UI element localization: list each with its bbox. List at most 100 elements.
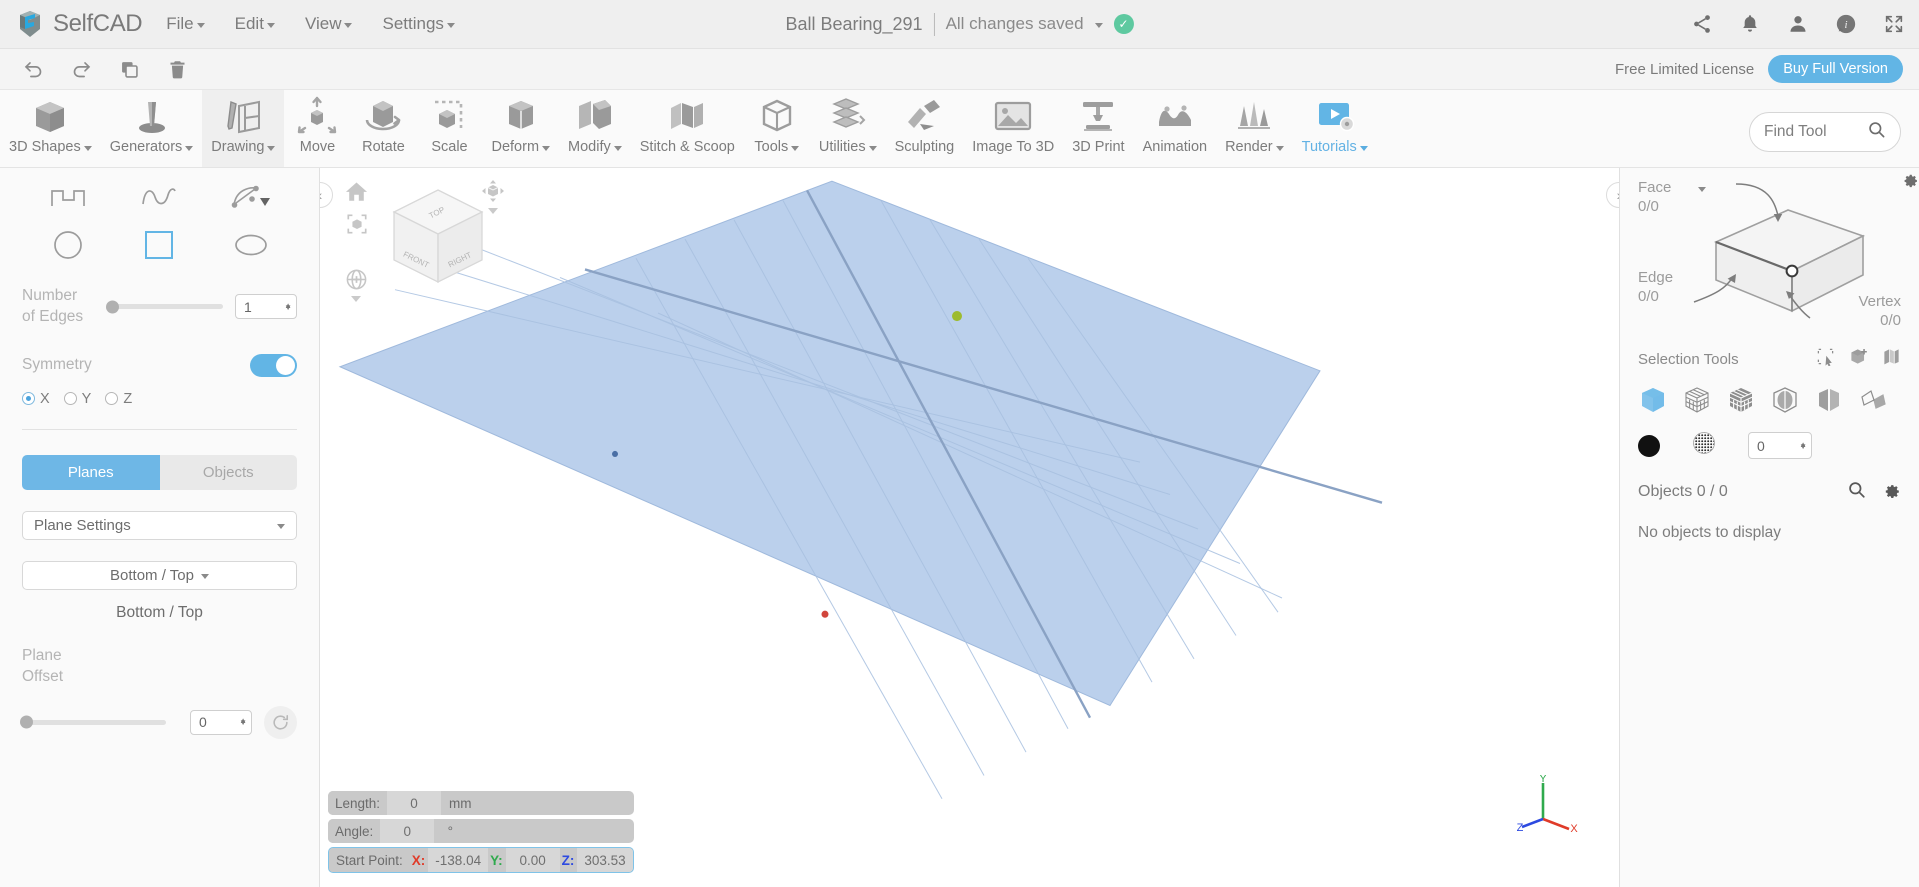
ribbon-tool-stitch-scoop[interactable]: Stitch & Scoop xyxy=(631,90,744,167)
length-value[interactable]: 0 xyxy=(387,791,442,815)
number-of-edges-input[interactable]: 1 ▲ ▼ xyxy=(235,294,297,320)
find-tool-search[interactable] xyxy=(1749,112,1901,152)
fit-to-view-icon[interactable] xyxy=(346,213,368,240)
edge-selector[interactable]: Edge 0/0 xyxy=(1638,268,1673,306)
search-input[interactable] xyxy=(1764,123,1858,141)
circle-tool[interactable] xyxy=(40,226,96,264)
start-point-y-value[interactable]: 0.00 xyxy=(505,848,560,872)
panel-settings-gear-icon[interactable] xyxy=(1901,170,1919,193)
add-selection-icon[interactable] xyxy=(1849,347,1868,371)
ribbon-tool-generators[interactable]: Generators xyxy=(101,90,203,167)
search-icon[interactable] xyxy=(1867,120,1886,144)
solid-color-icon[interactable] xyxy=(1638,434,1660,457)
buy-full-version-button[interactable]: Buy Full Version xyxy=(1768,55,1903,83)
ribbon-tool-utilities[interactable]: Utilities xyxy=(810,90,886,167)
snap-dropdown-caret-icon[interactable] xyxy=(488,208,498,214)
ellipse-tool[interactable] xyxy=(223,226,279,264)
invert-selection-icon[interactable] xyxy=(1882,347,1901,371)
plane-orientation-dropdown[interactable]: Bottom / Top xyxy=(22,560,297,590)
menu-view[interactable]: View xyxy=(303,10,355,38)
slider-knob[interactable] xyxy=(20,715,33,729)
ribbon-tool-3d-print[interactable]: 3D Print xyxy=(1063,90,1133,167)
ribbon-tool-animation[interactable]: Animation xyxy=(1134,90,1216,167)
undo-button[interactable] xyxy=(16,54,50,84)
menu-settings[interactable]: Settings xyxy=(380,10,456,38)
share-icon[interactable] xyxy=(1691,13,1713,35)
header-actions: i xyxy=(1691,13,1905,35)
ribbon-tool-tools[interactable]: Tools xyxy=(744,90,810,167)
chevron-down-icon[interactable] xyxy=(1697,187,1706,192)
fullscreen-icon[interactable] xyxy=(1883,13,1905,35)
rectangle-select-icon[interactable] xyxy=(1816,347,1835,371)
redo-button[interactable] xyxy=(64,54,98,84)
axis-gizmo[interactable]: Y X Z xyxy=(1517,773,1579,837)
snap-icon[interactable] xyxy=(480,178,506,209)
notifications-bell-icon[interactable] xyxy=(1739,13,1761,35)
home-icon[interactable] xyxy=(345,180,368,208)
tab-planes[interactable]: Planes xyxy=(22,454,160,490)
spinner-arrows-icon[interactable]: ▲ ▼ xyxy=(1799,440,1807,450)
ribbon-tool-sculpting[interactable]: Sculpting xyxy=(886,90,964,167)
ribbon-tool-move[interactable]: Move xyxy=(284,90,350,167)
start-point-z-value[interactable]: 303.53 xyxy=(577,848,633,872)
slider-knob[interactable] xyxy=(106,300,119,314)
orbit-icon[interactable] xyxy=(345,268,368,296)
start-point-field[interactable]: Start Point: X: -138.04 Y: 0.00 Z: 303.5… xyxy=(328,847,634,873)
save-status-label[interactable]: All changes saved xyxy=(946,14,1084,34)
orbit-dropdown-caret-icon[interactable] xyxy=(351,296,361,302)
page-title[interactable]: Ball Bearing_291 xyxy=(785,14,922,35)
ribbon-tool-rotate[interactable]: Rotate xyxy=(350,90,416,167)
ribbon-tool-render[interactable]: Render xyxy=(1216,90,1293,167)
spinner-arrows-icon[interactable]: ▲ ▼ xyxy=(284,301,292,311)
angle-value[interactable]: 0 xyxy=(380,819,435,843)
chevron-down-icon xyxy=(542,146,551,151)
number-of-edges-slider[interactable] xyxy=(106,300,223,314)
user-account-icon[interactable] xyxy=(1787,13,1809,35)
curve-tool[interactable] xyxy=(131,178,187,216)
select-wireframe-icon[interactable] xyxy=(1682,385,1712,415)
menu-file[interactable]: File xyxy=(164,10,206,38)
objects-actions xyxy=(1847,480,1901,504)
spinner-arrows-icon[interactable]: ▲ ▼ xyxy=(239,717,247,727)
brand[interactable]: SelfCAD xyxy=(14,8,143,40)
angle-field[interactable]: Angle: 0 ° xyxy=(328,819,634,843)
select-grid-icon[interactable] xyxy=(1726,385,1756,415)
symmetry-axis-z[interactable]: Z xyxy=(105,391,132,407)
ribbon-tool-drawing[interactable]: Drawing xyxy=(202,90,285,167)
length-field[interactable]: Length: 0 mm xyxy=(328,791,634,815)
polyline-tool[interactable] xyxy=(40,178,96,216)
settings-gear-icon[interactable] xyxy=(1882,480,1901,504)
info-icon[interactable]: i xyxy=(1835,13,1857,35)
pattern-sphere-icon[interactable] xyxy=(1692,431,1716,460)
symmetry-toggle[interactable] xyxy=(250,353,297,377)
select-through-icon[interactable] xyxy=(1770,385,1800,415)
face-selector[interactable]: Face 0/0 xyxy=(1638,178,1706,216)
menu-edit[interactable]: Edit xyxy=(233,10,277,38)
ribbon-tool-3d-shapes[interactable]: 3D Shapes xyxy=(0,90,101,167)
vertex-selector[interactable]: Vertex 0/0 xyxy=(1858,292,1901,330)
delete-button[interactable] xyxy=(160,54,194,84)
selection-tolerance-input[interactable]: 0 ▲ ▼ xyxy=(1748,432,1812,459)
plane-settings-dropdown[interactable]: Plane Settings xyxy=(22,510,297,540)
copy-button[interactable] xyxy=(112,54,146,84)
ribbon-tool-scale[interactable]: Scale xyxy=(416,90,482,167)
symmetry-axis-x[interactable]: X xyxy=(22,391,50,407)
ribbon-tool-modify[interactable]: Modify xyxy=(559,90,631,167)
select-unfold-icon[interactable] xyxy=(1858,385,1888,415)
select-object-icon[interactable] xyxy=(1638,385,1668,415)
select-half-icon[interactable] xyxy=(1814,385,1844,415)
ribbon-tool-tutorials[interactable]: Tutorials xyxy=(1293,90,1377,167)
tab-objects[interactable]: Objects xyxy=(159,454,297,490)
plane-offset-input[interactable]: 0 ▲ ▼ xyxy=(190,709,252,735)
reset-rotate-icon[interactable] xyxy=(264,705,297,739)
symmetry-axis-y[interactable]: Y xyxy=(63,391,91,407)
start-point-x-value[interactable]: -138.04 xyxy=(428,848,489,872)
ribbon-tool-deform[interactable]: Deform xyxy=(482,90,559,167)
rectangle-tool[interactable] xyxy=(131,226,187,264)
3d-viewport[interactable]: ‹ › xyxy=(320,168,1619,887)
chevron-down-icon[interactable] xyxy=(1094,23,1103,28)
search-icon[interactable] xyxy=(1847,480,1866,504)
plane-offset-slider[interactable] xyxy=(20,715,166,729)
ribbon-tool-image-to-3d[interactable]: Image To 3D xyxy=(963,90,1063,167)
bezier-tool[interactable] xyxy=(223,178,279,216)
